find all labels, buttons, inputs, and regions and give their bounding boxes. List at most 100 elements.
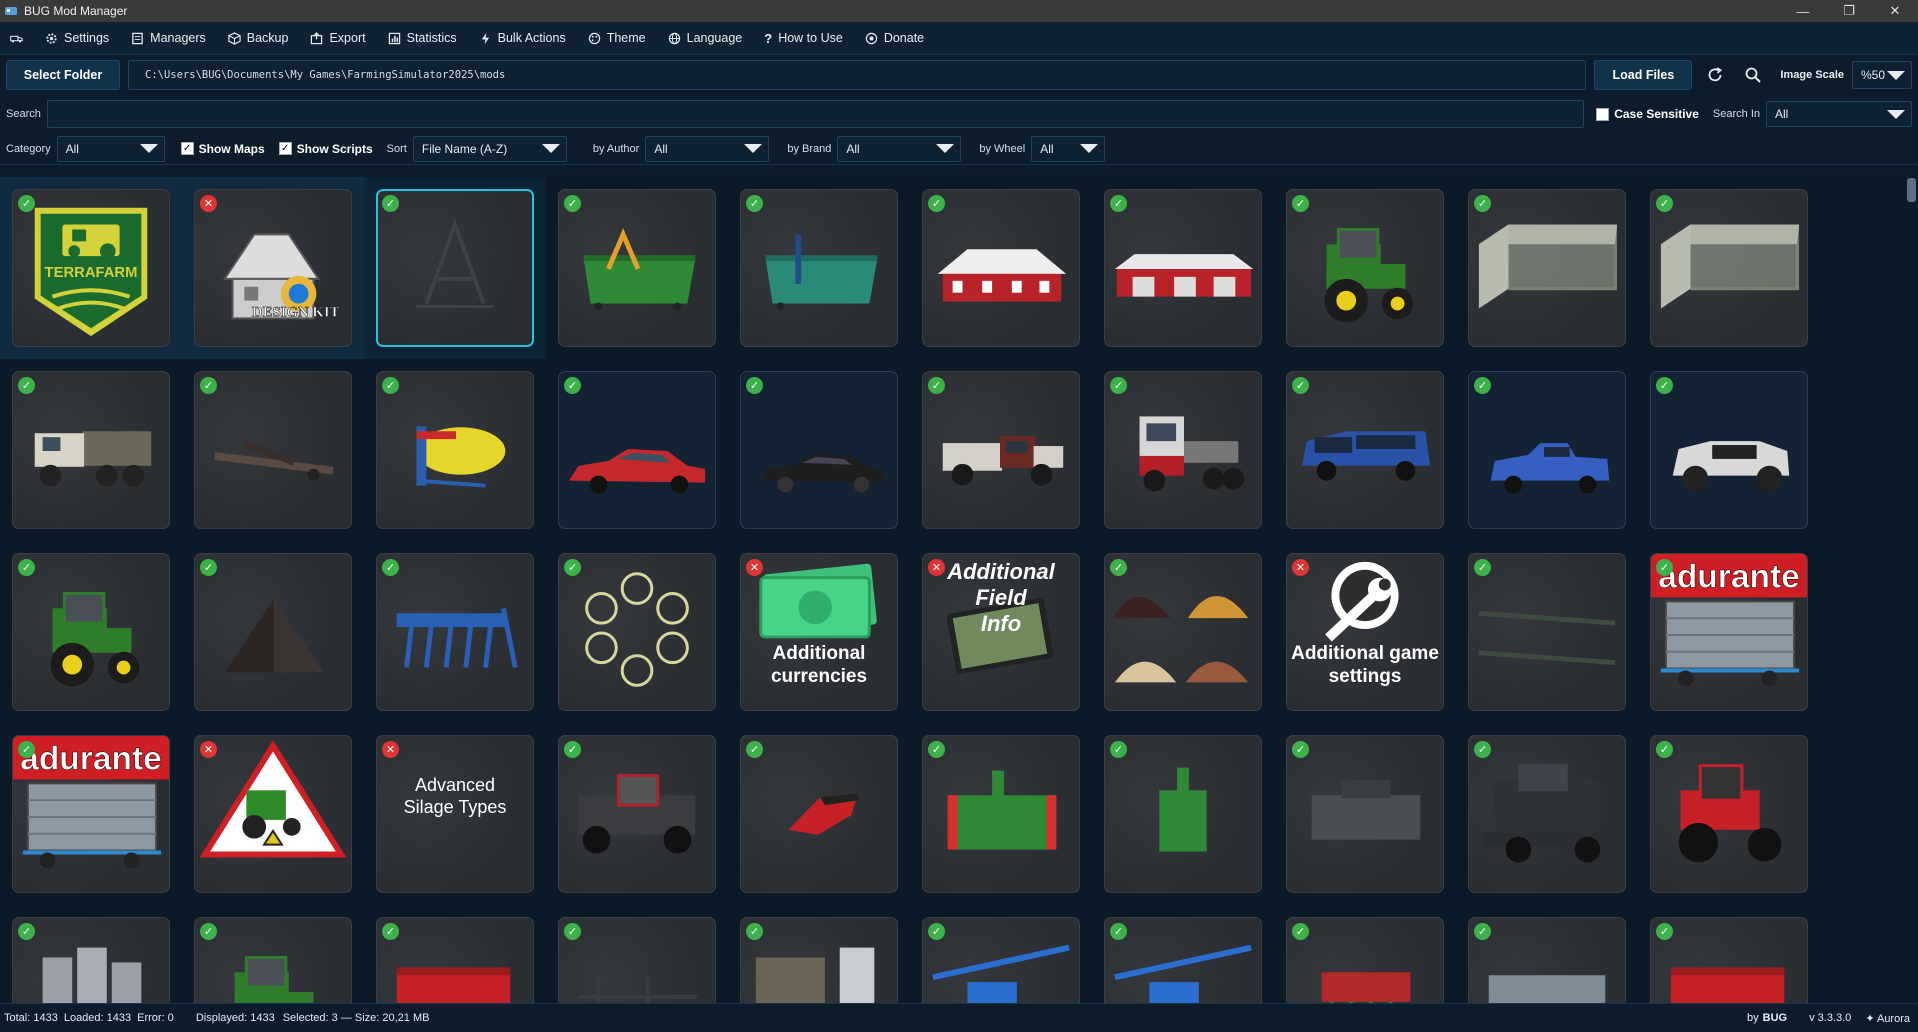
mod-card[interactable]: ✓: [922, 371, 1080, 529]
mod-card[interactable]: adurante ✓: [12, 735, 170, 893]
scrollbar-thumb[interactable]: [1907, 178, 1916, 202]
mod-thumbnail: [1287, 918, 1443, 1003]
mod-thumbnail: [195, 918, 351, 1003]
mod-card[interactable]: ✓: [12, 371, 170, 529]
mod-card[interactable]: ✓: [1468, 189, 1626, 347]
mod-thumbnail: [13, 554, 169, 710]
mod-card[interactable]: ✓: [1104, 189, 1262, 347]
folder-path-field[interactable]: C:\Users\BUG\Documents\My Games\FarmingS…: [128, 60, 1587, 90]
mod-card[interactable]: ✓: [194, 917, 352, 1003]
mod-card[interactable]: ✕ Additional game settings: [1286, 553, 1444, 711]
mod-thumbnail: DESIGN KIT: [195, 190, 351, 346]
category-select[interactable]: All: [56, 135, 165, 162]
mod-card[interactable]: ✓: [922, 735, 1080, 893]
search-icon[interactable]: [1738, 60, 1768, 90]
mod-card[interactable]: ✓: [1650, 371, 1808, 529]
menu-bulk-actions[interactable]: Bulk Actions: [469, 22, 576, 54]
mod-card[interactable]: ✓: [12, 553, 170, 711]
mod-card[interactable]: ✓: [1468, 917, 1626, 1003]
mod-card[interactable]: ✓: [376, 553, 534, 711]
status-ok-icon: ✓: [1292, 923, 1309, 940]
mod-card[interactable]: ✓: [558, 553, 716, 711]
mod-card[interactable]: ✓: [740, 735, 898, 893]
mod-card[interactable]: ✓: [922, 917, 1080, 1003]
mod-card[interactable]: ✓: [194, 553, 352, 711]
menu-language[interactable]: Language: [658, 22, 753, 54]
sort-select[interactable]: File Name (A-Z): [412, 135, 567, 162]
search-in-select[interactable]: All: [1766, 101, 1912, 127]
mod-card[interactable]: ✓: [740, 371, 898, 529]
mod-card[interactable]: ✓: [1650, 735, 1808, 893]
mod-card[interactable]: ✓: [558, 371, 716, 529]
load-files-button[interactable]: Load Files: [1594, 60, 1693, 90]
mod-card[interactable]: ✓: [1468, 371, 1626, 529]
show-maps-checkbox[interactable]: ✓ Show Maps: [180, 142, 265, 156]
mod-card[interactable]: ✓: [1104, 917, 1262, 1003]
mod-card[interactable]: ✓: [1286, 189, 1444, 347]
mod-card[interactable]: DESIGN KIT ✕: [194, 189, 352, 347]
menu-how-to-use[interactable]: ? How to Use: [754, 22, 853, 54]
mod-card[interactable]: ✓: [558, 189, 716, 347]
minimize-button[interactable]: —: [1780, 0, 1826, 22]
menu-backup[interactable]: Backup: [218, 22, 299, 54]
menu-export[interactable]: Export: [300, 22, 375, 54]
case-sensitive-checkbox[interactable]: Case Sensitive: [1596, 107, 1699, 121]
mod-card[interactable]: ✓: [1104, 735, 1262, 893]
status-ok-icon: ✓: [1110, 741, 1127, 758]
mod-card[interactable]: ✓: [1104, 553, 1262, 711]
mod-card[interactable]: TERRAFARM ✓: [12, 189, 170, 347]
status-ok-icon: ✓: [928, 377, 945, 394]
refresh-icon[interactable]: [1700, 60, 1730, 90]
mod-card[interactable]: ✕ Advanced Silage Types: [376, 735, 534, 893]
image-scale-select[interactable]: %50: [1852, 61, 1912, 89]
mod-card[interactable]: ✕ Additional currencies: [740, 553, 898, 711]
menu-managers[interactable]: Managers: [121, 22, 216, 54]
mod-card[interactable]: adurante ✓: [1650, 553, 1808, 711]
mod-grid-area: TERRAFARM ✓ DESIGN KIT ✕ ✓ ✓ ✓ ✓ ✓ ✓ ✓ ✓ ✓ ✓ ✓ ✓ ✓ ✓ ✓ ✓ ✓ ✓ ✓…: [0, 177, 1918, 1003]
mod-thumbnail: [1105, 554, 1261, 710]
mod-card[interactable]: ✓: [1104, 371, 1262, 529]
author-select[interactable]: All: [645, 135, 770, 162]
vertical-scrollbar[interactable]: [1904, 177, 1918, 1003]
mod-card[interactable]: ✓: [740, 917, 898, 1003]
mod-card[interactable]: ✓: [12, 917, 170, 1003]
mod-card[interactable]: ✓: [922, 189, 1080, 347]
mod-card[interactable]: ✓: [376, 371, 534, 529]
mod-card[interactable]: ✓: [376, 917, 534, 1003]
menu-statistics[interactable]: Statistics: [378, 22, 467, 54]
mod-card[interactable]: ✓: [558, 917, 716, 1003]
mod-card[interactable]: ✓: [1286, 735, 1444, 893]
search-input[interactable]: [46, 100, 1585, 128]
mod-card[interactable]: ✓: [1650, 917, 1808, 1003]
mod-card[interactable]: ✓: [194, 371, 352, 529]
mod-card[interactable]: ✓: [1286, 917, 1444, 1003]
menu-donate[interactable]: Donate: [855, 22, 934, 54]
menu-settings[interactable]: Settings: [35, 22, 119, 54]
mod-card[interactable]: ✓: [558, 735, 716, 893]
mod-card[interactable]: ✓: [1650, 189, 1808, 347]
mod-card[interactable]: ✓: [1286, 371, 1444, 529]
mod-card[interactable]: ✕ Additional Field Info: [922, 553, 1080, 711]
mod-thumbnail: [741, 190, 897, 346]
mod-title-text: Additional currencies: [770, 643, 868, 687]
close-button[interactable]: ✕: [1872, 0, 1918, 22]
show-scripts-checkbox[interactable]: ✓ Show Scripts: [278, 142, 373, 156]
maximize-button[interactable]: ❐: [1826, 0, 1872, 22]
mod-card[interactable]: ✕: [194, 735, 352, 893]
wheel-select[interactable]: All: [1031, 135, 1106, 162]
window-title: BUG Mod Manager: [24, 4, 128, 18]
chevron-down-icon: [744, 144, 763, 153]
home-truck-icon[interactable]: [6, 22, 33, 54]
mod-thumbnail: [1105, 190, 1261, 346]
menu-theme[interactable]: Theme: [578, 22, 656, 54]
mod-card[interactable]: ✓: [376, 189, 534, 347]
box-icon: [228, 31, 241, 45]
author-name[interactable]: BUG: [1763, 1012, 1787, 1024]
mod-card[interactable]: ✓: [740, 189, 898, 347]
theme-indicator[interactable]: ✦ Aurora: [1865, 1012, 1910, 1025]
mod-card[interactable]: ✓: [1468, 553, 1626, 711]
mod-thumbnail: [1469, 554, 1625, 710]
mod-card[interactable]: ✓: [1468, 735, 1626, 893]
select-folder-button[interactable]: Select Folder: [6, 60, 120, 90]
brand-select[interactable]: All: [837, 135, 962, 162]
